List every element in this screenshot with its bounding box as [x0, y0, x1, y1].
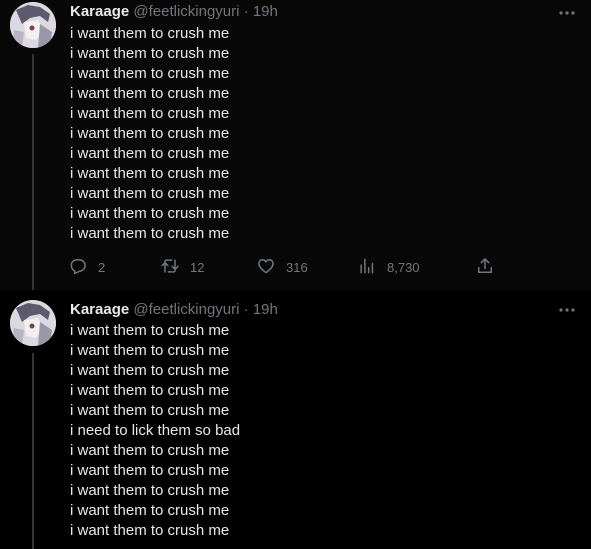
separator-dot: · — [243, 3, 249, 20]
tweet[interactable]: Karaage @feetlickingyuri · 19h i want th… — [0, 0, 591, 290]
tweet-text: i want them to crush me i want them to c… — [70, 321, 240, 541]
tweet-text-line: i want them to crush me — [70, 382, 230, 399]
tweet-text: i want them to crush me i want them to c… — [70, 24, 229, 244]
tweet-header: Karaage @feetlickingyuri · 19h — [70, 300, 278, 320]
tweet-text-line: i want them to crush me — [70, 482, 230, 499]
tweet-text-line: i want them to crush me — [70, 442, 230, 459]
like-button[interactable]: 316 — [256, 256, 308, 278]
reply-count: 2 — [98, 259, 106, 275]
tweet-text-line: i need to lick them so bad — [70, 422, 241, 439]
more-icon[interactable] — [557, 300, 577, 320]
author-handle[interactable]: @feetlickingyuri — [133, 3, 239, 20]
tweet[interactable]: Karaage @feetlickingyuri · 19h i want th… — [0, 290, 591, 549]
tweet-text-line: i want them to crush me — [70, 402, 230, 419]
views-count: 8,730 — [387, 259, 420, 275]
tweet-text-line: i want them to crush me — [70, 342, 230, 359]
tweet-text-line: i want them to crush me — [70, 462, 230, 479]
tweet-text-line: i want them to crush me — [70, 105, 230, 122]
like-count: 316 — [286, 259, 308, 275]
timestamp[interactable]: 19h — [253, 3, 278, 20]
tweet-text-line: i want them to crush me — [70, 125, 230, 142]
tweet-text-line: i want them to crush me — [70, 45, 230, 62]
views-icon — [357, 256, 377, 279]
thread-line — [32, 353, 34, 549]
tweet-text-line: i want them to crush me — [70, 225, 230, 242]
tweet-text-line: i want them to crush me — [70, 502, 230, 519]
tweet-actions: 2 12 316 8,730 — [68, 256, 498, 278]
tweet-text-line: i want them to crush me — [70, 185, 230, 202]
thread-line — [32, 54, 34, 290]
reply-icon — [68, 256, 88, 279]
tweet-text-line: i want them to crush me — [70, 205, 230, 222]
tweet-text-line: i want them to crush me — [70, 322, 230, 339]
retweet-count: 12 — [190, 259, 205, 275]
retweet-button[interactable]: 12 — [160, 256, 204, 278]
tweet-text-line: i want them to crush me — [70, 145, 230, 162]
reply-button[interactable]: 2 — [68, 256, 105, 278]
avatar[interactable] — [10, 2, 56, 48]
more-icon[interactable] — [557, 3, 577, 23]
author-handle[interactable]: @feetlickingyuri — [133, 301, 239, 318]
like-icon — [256, 256, 276, 279]
tweet-text-line: i want them to crush me — [70, 522, 230, 539]
retweet-icon — [160, 256, 180, 279]
tweet-text-line: i want them to crush me — [70, 25, 230, 42]
share-button[interactable] — [475, 256, 495, 278]
timestamp[interactable]: 19h — [253, 301, 278, 318]
author-name[interactable]: Karaage — [70, 301, 129, 318]
avatar[interactable] — [10, 300, 56, 346]
tweet-text-line: i want them to crush me — [70, 165, 230, 182]
share-icon — [475, 256, 495, 279]
tweet-text-line: i want them to crush me — [70, 85, 230, 102]
separator-dot: · — [243, 301, 249, 318]
tweet-header: Karaage @feetlickingyuri · 19h — [70, 2, 278, 22]
views-button[interactable]: 8,730 — [357, 256, 420, 278]
tweet-text-line: i want them to crush me — [70, 65, 230, 82]
author-name[interactable]: Karaage — [70, 3, 129, 20]
tweet-text-line: i want them to crush me — [70, 362, 230, 379]
